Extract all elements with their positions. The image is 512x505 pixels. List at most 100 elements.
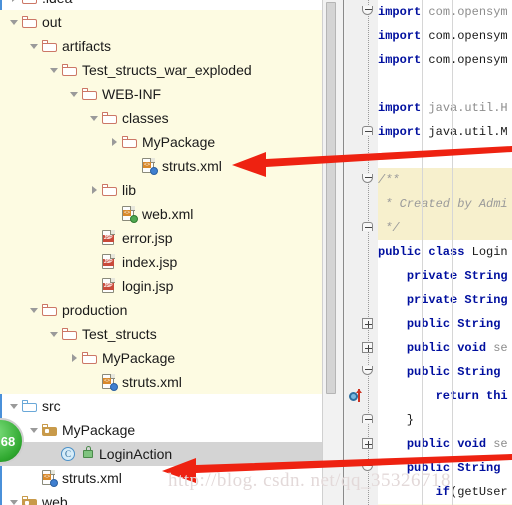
chevron-down-icon[interactable] bbox=[88, 106, 101, 130]
code-line[interactable]: * Created by Admi bbox=[378, 192, 512, 216]
editor-code-lines[interactable]: import com.opensym import com.opensym impo… bbox=[378, 0, 512, 505]
tree-row[interactable]: classes bbox=[0, 106, 322, 130]
code-line[interactable]: public void se bbox=[378, 336, 512, 360]
chevron-right-icon[interactable] bbox=[68, 346, 81, 370]
code-line[interactable]: return thi bbox=[378, 384, 512, 408]
fold-marker[interactable] bbox=[362, 6, 375, 19]
editor-gutter[interactable] bbox=[346, 0, 378, 505]
fold-marker[interactable] bbox=[362, 414, 375, 427]
chevron-down-icon[interactable] bbox=[28, 298, 41, 322]
project-tree-panel[interactable]: .idea outartifacts Test_structs_war_explod… bbox=[0, 0, 322, 505]
tree-row[interactable]: <> struts.xml bbox=[0, 370, 322, 394]
code-line[interactable]: public String bbox=[378, 312, 512, 336]
tree-row[interactable]: MyPackage bbox=[0, 130, 322, 154]
tree-row[interactable]: out bbox=[0, 10, 322, 34]
tree-row[interactable]: JSP login.jsp bbox=[0, 274, 322, 298]
code-line[interactable]: import java.util.H bbox=[378, 96, 512, 120]
panel-splitter[interactable] bbox=[338, 0, 346, 505]
indent-guide bbox=[422, 336, 423, 360]
chevron-down-icon[interactable] bbox=[28, 418, 41, 442]
chevron-down-icon[interactable] bbox=[8, 394, 21, 418]
fold-marker[interactable] bbox=[362, 318, 375, 331]
code-token: se bbox=[493, 437, 508, 451]
tree-scrollbar-thumb[interactable] bbox=[326, 2, 336, 394]
indent-guide bbox=[452, 48, 453, 72]
code-line[interactable]: /** bbox=[378, 168, 512, 192]
tree-vertical-scrollbar[interactable] bbox=[322, 0, 338, 505]
tree-row-label: classes bbox=[122, 110, 169, 126]
tree-row[interactable]: MyPackage bbox=[0, 418, 322, 442]
code-token: import bbox=[378, 5, 429, 19]
code-line[interactable]: public void se bbox=[378, 432, 512, 456]
code-line[interactable]: import com.opensym bbox=[378, 48, 512, 72]
fold-marker[interactable] bbox=[362, 222, 375, 235]
tree-row[interactable]: MyPackage bbox=[0, 346, 322, 370]
jsp-file-icon: JSP bbox=[101, 274, 119, 298]
xml-file-validated-icon: <> bbox=[121, 202, 139, 226]
chevron-down-icon[interactable] bbox=[28, 34, 41, 58]
tree-row[interactable]: JSP error.jsp bbox=[0, 226, 322, 250]
tree-row[interactable]: C LoginAction bbox=[0, 442, 322, 466]
code-line[interactable] bbox=[378, 144, 512, 168]
tree-row[interactable]: production bbox=[0, 298, 322, 322]
chevron-down-icon[interactable] bbox=[68, 82, 81, 106]
tree-row[interactable]: lib bbox=[0, 178, 322, 202]
indent-guide bbox=[422, 240, 423, 264]
chevron-right-icon[interactable] bbox=[108, 130, 121, 154]
tree-row-label: MyPackage bbox=[102, 350, 176, 366]
tree-row[interactable]: .idea bbox=[0, 0, 322, 10]
tree-row[interactable]: <> web.xml bbox=[0, 202, 322, 226]
tree-row-label: LoginAction bbox=[99, 446, 173, 462]
code-line[interactable]: import com.opensym bbox=[378, 0, 512, 24]
code-line[interactable]: import com.opensym bbox=[378, 24, 512, 48]
xml-file-icon: <> bbox=[41, 466, 59, 490]
code-line[interactable]: public class Login bbox=[378, 240, 512, 264]
tree-row-label: error.jsp bbox=[122, 230, 173, 246]
code-line[interactable]: private String bbox=[378, 288, 512, 312]
code-line[interactable]: */ bbox=[378, 216, 512, 240]
tree-row[interactable]: JSP index.jsp bbox=[0, 250, 322, 274]
chevron-down-icon[interactable] bbox=[8, 10, 21, 34]
code-line[interactable]: import java.util.M bbox=[378, 120, 512, 144]
code-token: public class bbox=[378, 245, 472, 259]
chevron-right-icon[interactable] bbox=[8, 0, 21, 10]
splitter-line bbox=[343, 0, 344, 505]
code-token: com.opensym bbox=[428, 5, 508, 19]
fold-marker[interactable] bbox=[362, 342, 375, 355]
fold-marker[interactable] bbox=[362, 174, 375, 187]
code-line[interactable]: private String bbox=[378, 264, 512, 288]
tree-row[interactable]: Test_structs_war_exploded bbox=[0, 58, 322, 82]
code-line[interactable] bbox=[378, 72, 512, 96]
chevron-down-icon[interactable] bbox=[8, 490, 21, 505]
indent-guide bbox=[452, 408, 453, 432]
chevron-down-icon[interactable] bbox=[48, 322, 61, 346]
override-method-icon[interactable] bbox=[349, 389, 365, 403]
tree-row[interactable]: <> struts.xml bbox=[0, 154, 322, 178]
fold-marker[interactable] bbox=[362, 366, 375, 379]
fold-marker[interactable] bbox=[362, 438, 375, 451]
folder-red-icon bbox=[81, 82, 99, 106]
chevron-right-icon[interactable] bbox=[88, 178, 101, 202]
indent-guide bbox=[422, 288, 423, 312]
project-tree-rows[interactable]: .idea outartifacts Test_structs_war_explod… bbox=[0, 0, 322, 505]
code-editor[interactable]: import com.opensym import com.opensym impo… bbox=[346, 0, 512, 505]
tree-row-label: index.jsp bbox=[122, 254, 178, 270]
tree-row[interactable]: artifacts bbox=[0, 34, 322, 58]
tree-row[interactable]: web bbox=[0, 490, 322, 505]
tree-row[interactable]: Test_structs bbox=[0, 322, 322, 346]
fold-marker[interactable] bbox=[362, 126, 375, 139]
code-line[interactable]: public String bbox=[378, 360, 512, 384]
tree-row[interactable]: src bbox=[0, 394, 322, 418]
tree-row[interactable]: WEB-INF bbox=[0, 82, 322, 106]
code-line[interactable]: } bbox=[378, 408, 512, 432]
tree-row-label: struts.xml bbox=[62, 470, 122, 486]
chevron-down-icon[interactable] bbox=[48, 58, 61, 82]
